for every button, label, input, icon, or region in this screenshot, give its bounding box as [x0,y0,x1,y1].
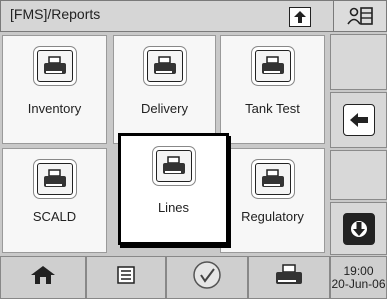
tile-label: SCALD [32,209,77,224]
printer-icon [146,50,183,82]
home-up-icon[interactable] [289,7,311,27]
clock: 19:00 20-Jun-06 [330,256,387,299]
clock-date: 20-Jun-06 [331,276,386,291]
page-title: [FMS]/Reports [10,6,101,22]
tile-delivery[interactable]: Delivery [113,35,216,144]
home-icon [30,265,56,290]
arrow-left-icon [342,104,375,136]
tile-label: Tank Test [245,101,300,116]
tile-label: Lines [157,200,190,215]
arrow-down-icon [342,212,375,245]
list-button[interactable] [86,256,166,299]
tile-regulatory[interactable]: Regulatory [220,148,325,253]
printer-icon [36,163,73,195]
tile-tank-test[interactable]: Tank Test [220,35,325,144]
printer-icon [36,50,73,82]
user-list-icon[interactable] [333,0,387,32]
check-icon [192,260,222,295]
tile-label: Delivery [141,101,188,116]
tile-label: Inventory [27,101,82,116]
list-icon [117,266,135,289]
accept-button[interactable] [166,256,248,299]
scroll-down-button[interactable] [330,202,387,255]
tile-scald[interactable]: SCALD [2,148,107,253]
printer-icon [254,50,291,82]
printer-icon [254,163,291,195]
back-button[interactable] [330,92,387,148]
home-button[interactable] [0,256,86,299]
side-panel-top [330,34,387,90]
print-button[interactable] [248,256,330,299]
tile-inventory[interactable]: Inventory [2,35,107,144]
tile-label: Regulatory [241,209,304,224]
clock-time: 19:00 [343,263,374,278]
printer-icon [275,264,303,291]
printer-icon [155,150,192,182]
side-panel-mid [330,150,387,200]
tile-lines[interactable]: Lines [118,133,229,245]
